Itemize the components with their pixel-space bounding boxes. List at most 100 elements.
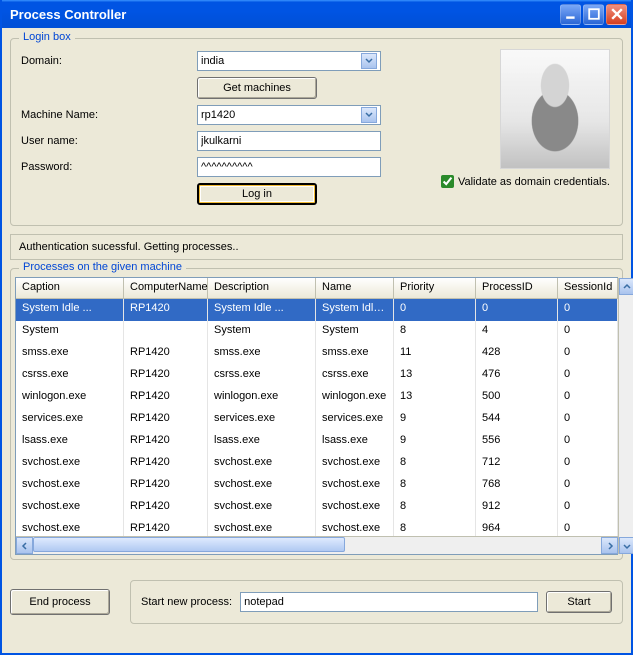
process-table[interactable]: CaptionComputerNameDescriptionNamePriori…: [15, 277, 618, 555]
login-button[interactable]: Log in: [197, 183, 317, 205]
table-cell: RP1420: [124, 365, 208, 387]
avatar-image: [500, 49, 610, 169]
table-cell: RP1420: [124, 431, 208, 453]
column-header[interactable]: ComputerName: [124, 278, 208, 298]
table-cell: System: [16, 321, 124, 343]
chevron-down-icon[interactable]: [361, 53, 377, 69]
user-input[interactable]: [197, 131, 381, 151]
scroll-down-icon[interactable]: [619, 537, 633, 554]
table-cell: csrss.exe: [16, 365, 124, 387]
table-cell: 964: [476, 519, 558, 536]
horizontal-scrollbar[interactable]: [16, 536, 618, 554]
processes-legend: Processes on the given machine: [19, 261, 186, 273]
table-cell: 0: [558, 409, 618, 431]
scroll-thumb[interactable]: [33, 537, 345, 552]
scroll-up-icon[interactable]: [619, 278, 633, 295]
table-cell: svchost.exe: [16, 453, 124, 475]
scroll-left-icon[interactable]: [16, 537, 33, 554]
table-cell: svchost.exe: [208, 475, 316, 497]
table-cell: svchost.exe: [316, 497, 394, 519]
table-cell: services.exe: [316, 409, 394, 431]
validate-checkbox[interactable]: [441, 175, 454, 188]
column-header[interactable]: Description: [208, 278, 316, 298]
validate-checkbox-row[interactable]: Validate as domain credentials.: [430, 175, 610, 188]
table-cell: RP1420: [124, 475, 208, 497]
window-title: Process Controller: [6, 7, 560, 22]
column-header[interactable]: SessionId: [558, 278, 618, 298]
table-row[interactable]: System Idle ...RP1420System Idle ...Syst…: [16, 299, 618, 321]
table-cell: System Idle ...: [16, 299, 124, 321]
machine-combo[interactable]: rp1420: [197, 105, 381, 125]
table-cell: RP1420: [124, 343, 208, 365]
table-row[interactable]: svchost.exeRP1420svchost.exesvchost.exe8…: [16, 497, 618, 519]
table-cell: 9: [394, 409, 476, 431]
table-cell: 8: [394, 453, 476, 475]
user-label: User name:: [21, 135, 191, 147]
table-cell: smss.exe: [16, 343, 124, 365]
domain-combo[interactable]: india: [197, 51, 381, 71]
maximize-button[interactable]: [583, 4, 604, 25]
table-row[interactable]: svchost.exeRP1420svchost.exesvchost.exe8…: [16, 453, 618, 475]
table-cell: smss.exe: [316, 343, 394, 365]
column-header[interactable]: ProcessID: [476, 278, 558, 298]
table-cell: services.exe: [16, 409, 124, 431]
table-cell: 0: [558, 387, 618, 409]
table-cell: System: [316, 321, 394, 343]
table-cell: svchost.exe: [208, 453, 316, 475]
table-cell: 0: [558, 497, 618, 519]
table-cell: RP1420: [124, 387, 208, 409]
table-row[interactable]: csrss.exeRP1420csrss.execsrss.exe134760: [16, 365, 618, 387]
login-box: Login box Domain: india Get machines Mac…: [10, 38, 623, 226]
table-row[interactable]: lsass.exeRP1420lsass.exelsass.exe95560: [16, 431, 618, 453]
table-cell: svchost.exe: [316, 453, 394, 475]
table-cell: lsass.exe: [316, 431, 394, 453]
start-process-input[interactable]: [240, 592, 538, 612]
table-row[interactable]: smss.exeRP1420smss.exesmss.exe114280: [16, 343, 618, 365]
table-cell: lsass.exe: [208, 431, 316, 453]
processes-box: Processes on the given machine CaptionCo…: [10, 268, 623, 560]
table-cell: 0: [558, 475, 618, 497]
table-cell: 9: [394, 431, 476, 453]
vertical-scrollbar[interactable]: [618, 278, 633, 554]
table-cell: 8: [394, 321, 476, 343]
table-cell: System: [208, 321, 316, 343]
table-cell: RP1420: [124, 453, 208, 475]
start-button[interactable]: Start: [546, 591, 612, 613]
column-header[interactable]: Name: [316, 278, 394, 298]
table-cell: 0: [558, 431, 618, 453]
machine-value: rp1420: [201, 109, 235, 121]
table-cell: 4: [476, 321, 558, 343]
table-cell: 8: [394, 519, 476, 536]
column-header[interactable]: Caption: [16, 278, 124, 298]
password-label: Password:: [21, 161, 191, 173]
table-cell: 13: [394, 365, 476, 387]
table-row[interactable]: svchost.exeRP1420svchost.exesvchost.exe8…: [16, 475, 618, 497]
table-cell: lsass.exe: [16, 431, 124, 453]
table-row[interactable]: services.exeRP1420services.exeservices.e…: [16, 409, 618, 431]
chevron-down-icon[interactable]: [361, 107, 377, 123]
domain-label: Domain:: [21, 55, 191, 67]
table-cell: 0: [476, 299, 558, 321]
table-cell: smss.exe: [208, 343, 316, 365]
scroll-right-icon[interactable]: [601, 537, 618, 554]
table-row[interactable]: winlogon.exeRP1420winlogon.exewinlogon.e…: [16, 387, 618, 409]
get-machines-button[interactable]: Get machines: [197, 77, 317, 99]
table-row[interactable]: SystemSystemSystem840: [16, 321, 618, 343]
domain-value: india: [201, 55, 224, 67]
table-cell: 500: [476, 387, 558, 409]
start-process-box: Start new process: Start: [130, 580, 623, 624]
login-legend: Login box: [19, 31, 75, 43]
table-cell: 13: [394, 387, 476, 409]
table-cell: 8: [394, 475, 476, 497]
column-header[interactable]: Priority: [394, 278, 476, 298]
table-cell: 476: [476, 365, 558, 387]
minimize-button[interactable]: [560, 4, 581, 25]
table-cell: svchost.exe: [208, 497, 316, 519]
close-button[interactable]: [606, 4, 627, 25]
password-input[interactable]: [197, 157, 381, 177]
titlebar[interactable]: Process Controller: [2, 0, 631, 28]
table-cell: 0: [558, 343, 618, 365]
table-row[interactable]: svchost.exeRP1420svchost.exesvchost.exe8…: [16, 519, 618, 536]
end-process-button[interactable]: End process: [10, 589, 110, 615]
table-cell: 0: [558, 365, 618, 387]
